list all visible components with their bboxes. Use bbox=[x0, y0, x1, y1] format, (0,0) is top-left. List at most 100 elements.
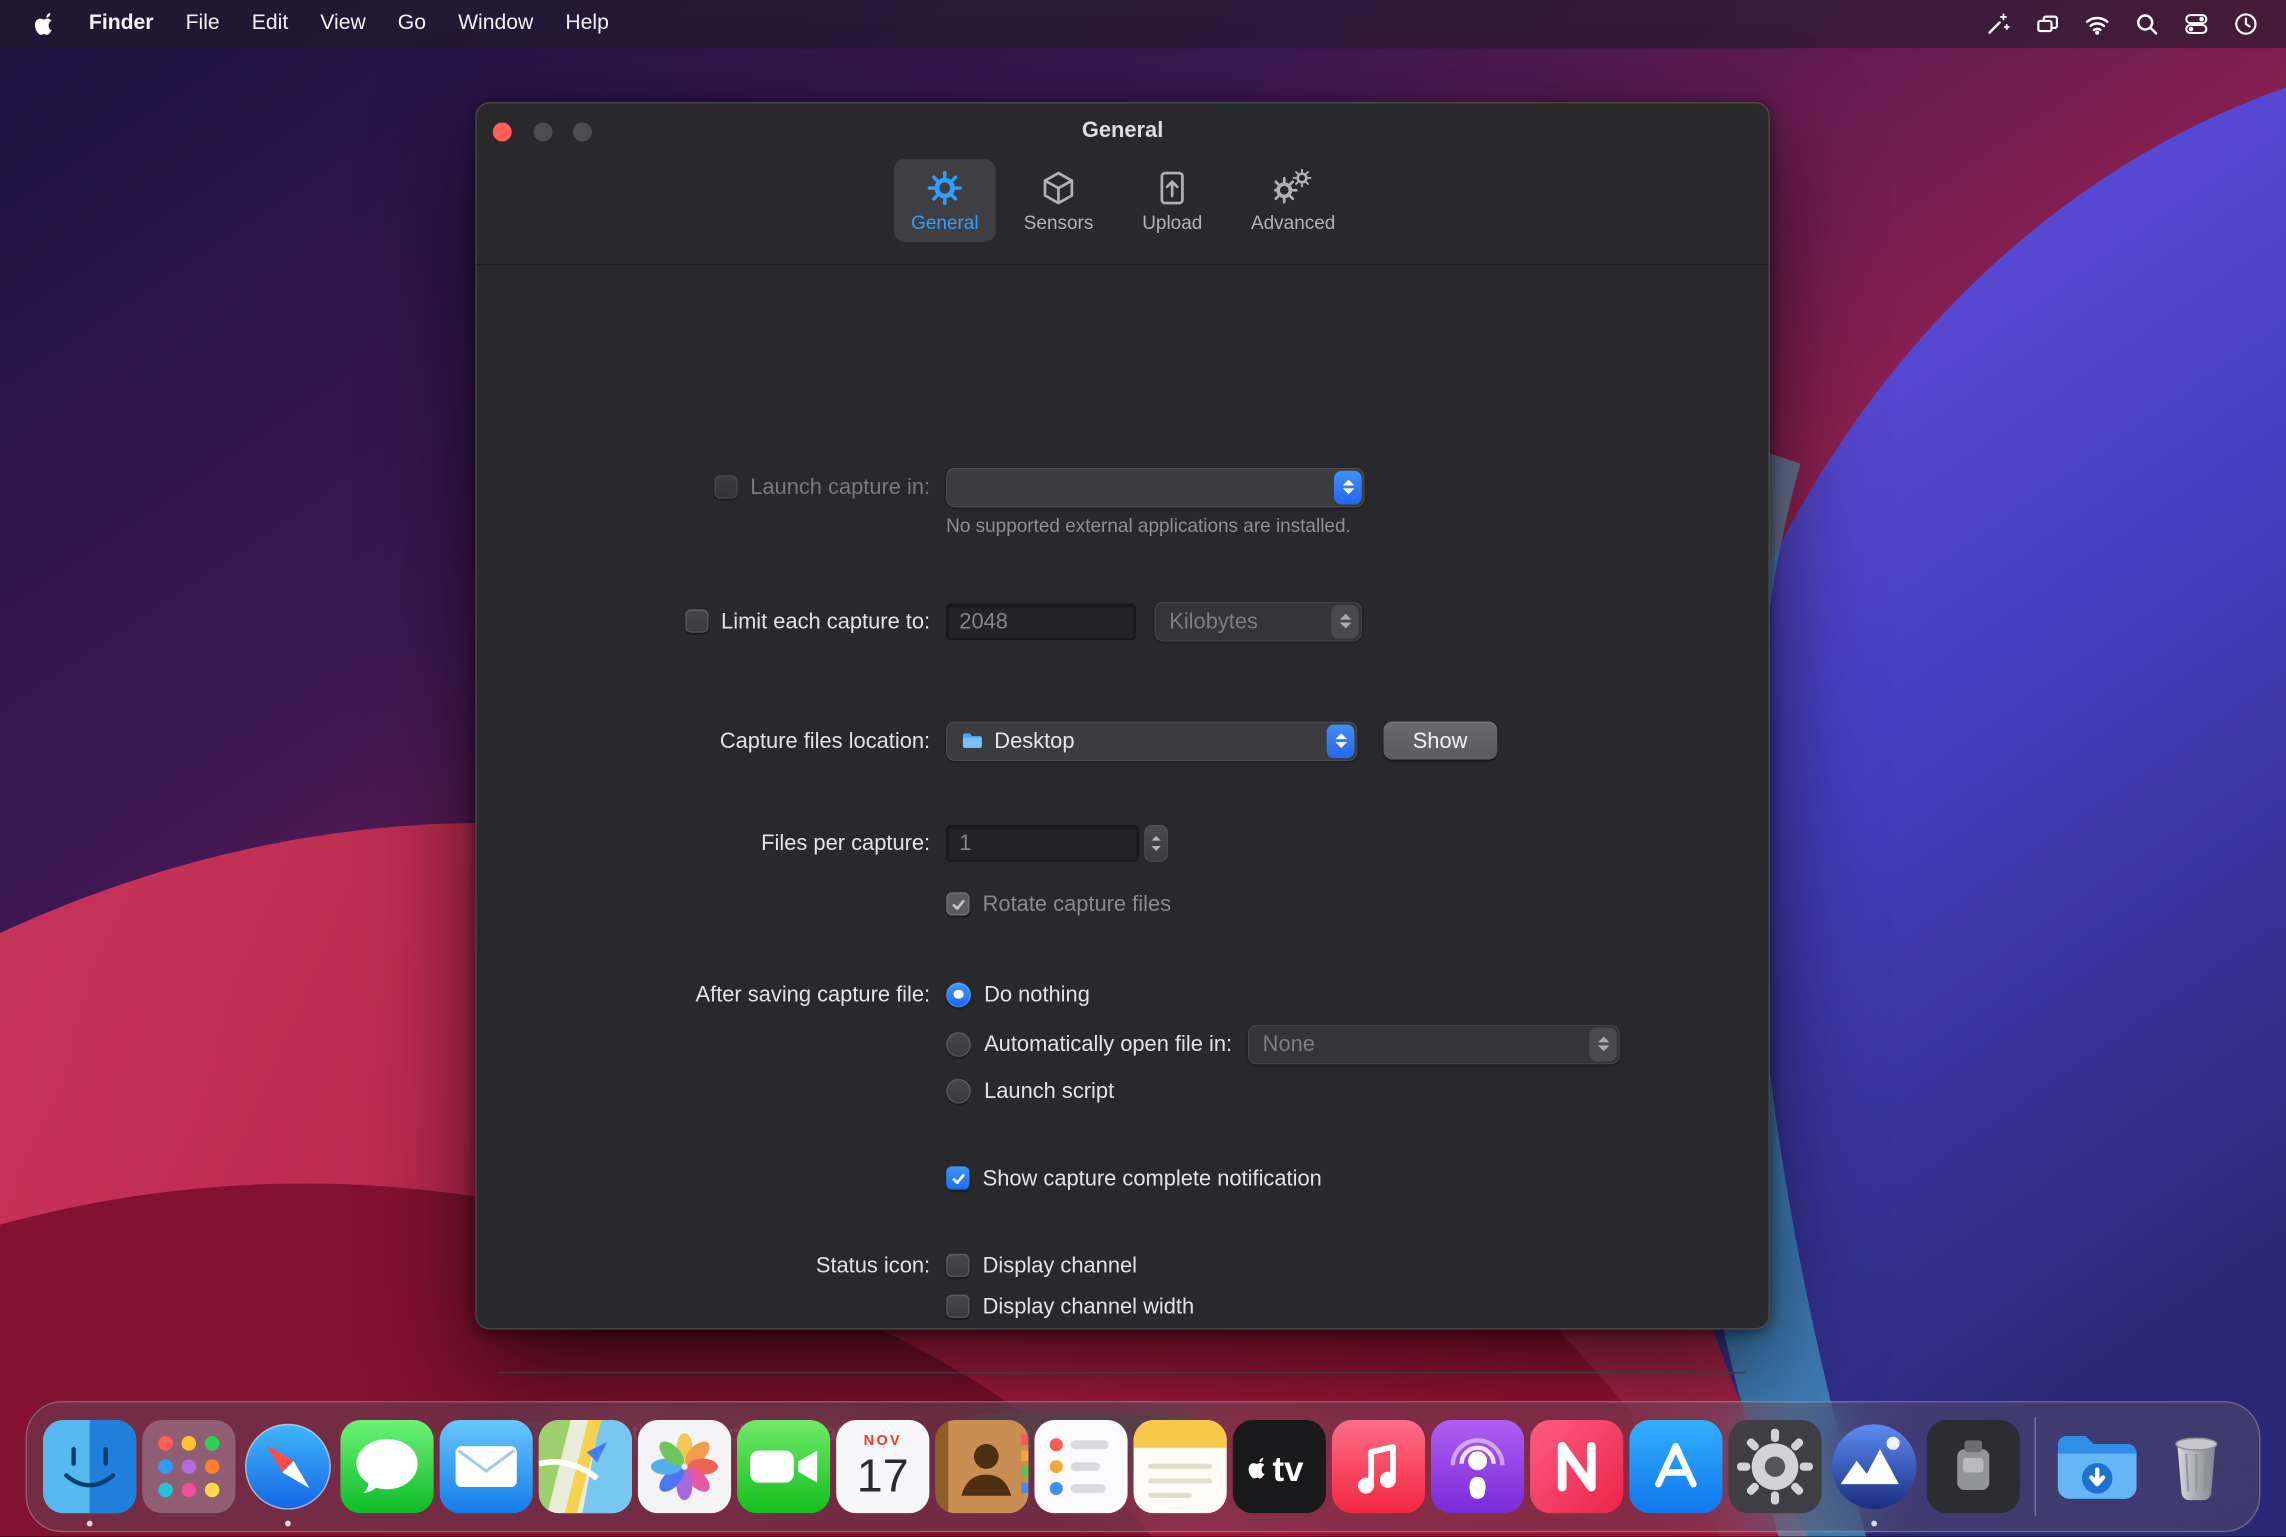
check-icon bbox=[951, 1173, 964, 1184]
tab-sensors[interactable]: Sensors bbox=[1008, 159, 1110, 242]
launch-capture-select[interactable] bbox=[946, 467, 1365, 507]
dock-item-downloads[interactable] bbox=[2051, 1420, 2144, 1513]
desktop: Finder File Edit View Go Window Help Gen… bbox=[0, 0, 2286, 1537]
rotate-capture-checkbox[interactable] bbox=[946, 892, 970, 916]
dock-item-tv[interactable]: tv bbox=[1232, 1419, 1326, 1514]
check-icon bbox=[951, 899, 964, 910]
system-preferences-icon bbox=[1728, 1419, 1822, 1514]
app-menu-finder[interactable]: Finder bbox=[73, 0, 170, 48]
menu-go[interactable]: Go bbox=[382, 0, 442, 48]
files-per-capture-label: Files per capture: bbox=[761, 830, 931, 856]
control-center-icon[interactable] bbox=[2175, 0, 2216, 48]
safari-icon bbox=[244, 1423, 331, 1510]
calendar-icon: NOV17 bbox=[836, 1419, 930, 1514]
dock-item-messages[interactable] bbox=[340, 1419, 434, 1514]
launch-capture-note: No supported external applications are i… bbox=[946, 514, 1351, 537]
limit-capture-checkbox[interactable] bbox=[684, 609, 708, 633]
gear-icon bbox=[926, 169, 964, 207]
dock-item-maps[interactable] bbox=[538, 1419, 632, 1514]
reminders-icon bbox=[1034, 1419, 1128, 1514]
menu-view[interactable]: View bbox=[304, 0, 382, 48]
wifi-icon[interactable] bbox=[2076, 0, 2117, 48]
display-channel-checkbox[interactable] bbox=[946, 1253, 970, 1278]
launch-capture-checkbox[interactable] bbox=[713, 475, 738, 499]
notes-icon bbox=[1133, 1419, 1227, 1514]
cube-icon bbox=[1043, 171, 1074, 205]
dock-item-calendar[interactable]: NOV 17 bbox=[836, 1419, 930, 1514]
popup-arrows-icon bbox=[1326, 723, 1355, 758]
dock-item-app-store[interactable] bbox=[1629, 1419, 1723, 1514]
screen-mirroring-icon[interactable] bbox=[2026, 0, 2067, 48]
popup-arrows-icon bbox=[1333, 470, 1362, 504]
tab-general[interactable]: General bbox=[893, 158, 996, 243]
capture-app-icon bbox=[1831, 1424, 1917, 1509]
radio-auto-open[interactable] bbox=[946, 1031, 971, 1057]
dock-separator bbox=[2034, 1417, 2036, 1517]
clock-icon[interactable] bbox=[2225, 0, 2266, 48]
radio-launch-script[interactable] bbox=[946, 1078, 971, 1103]
popup-arrows-icon bbox=[1589, 1027, 1617, 1061]
facetime-icon bbox=[736, 1419, 831, 1514]
calendar-month: NOV bbox=[864, 1433, 902, 1449]
finder-icon bbox=[43, 1419, 137, 1514]
popup-arrows-icon bbox=[1331, 604, 1359, 638]
dock: NOV 17 tv bbox=[25, 1401, 2261, 1533]
menu-window[interactable]: Window bbox=[442, 0, 549, 48]
menu-help[interactable]: Help bbox=[549, 0, 625, 48]
tab-upload[interactable]: Upload bbox=[1121, 159, 1223, 242]
apple-menu[interactable] bbox=[20, 12, 72, 37]
menu-edit[interactable]: Edit bbox=[236, 0, 305, 48]
menu-file[interactable]: File bbox=[170, 0, 236, 48]
dock-item-trash[interactable] bbox=[2150, 1420, 2243, 1513]
after-saving-label: After saving capture file: bbox=[695, 981, 931, 1007]
preferences-window: General General Sensors Upload Advanced bbox=[475, 102, 1770, 1453]
auto-open-label: Automatically open file in: bbox=[984, 1031, 1233, 1057]
status-icon-label: Status icon: bbox=[815, 1253, 931, 1278]
capture-location-value: Desktop bbox=[994, 728, 1075, 754]
files-per-capture-stepper[interactable] bbox=[1144, 824, 1168, 861]
preferences-content: Launch capture in: No supported external… bbox=[477, 264, 1769, 1453]
dock-item-news[interactable] bbox=[1530, 1419, 1624, 1514]
limit-capture-label: Limit each capture to: bbox=[721, 608, 931, 634]
limit-size-field[interactable]: 2048 bbox=[946, 602, 1136, 640]
app-store-icon bbox=[1629, 1419, 1723, 1514]
dock-item-facetime[interactable] bbox=[736, 1419, 831, 1514]
dock-item-system-preferences[interactable] bbox=[1728, 1419, 1822, 1514]
dock-item-utility[interactable] bbox=[1926, 1419, 2020, 1514]
radio-do-nothing[interactable] bbox=[946, 981, 971, 1007]
rotate-capture-label: Rotate capture files bbox=[982, 891, 1172, 917]
dock-item-launchpad[interactable] bbox=[142, 1419, 236, 1514]
launch-capture-label: Launch capture in: bbox=[750, 474, 931, 500]
spotlight-search-icon[interactable] bbox=[2126, 0, 2167, 48]
utility-app-icon bbox=[1926, 1419, 2020, 1514]
dock-item-finder[interactable] bbox=[43, 1419, 137, 1514]
preferences-toolbar: General Sensors Upload Advanced bbox=[477, 158, 1769, 243]
files-per-capture-field[interactable]: 1 bbox=[946, 824, 1139, 861]
dock-item-photos[interactable] bbox=[637, 1419, 732, 1514]
dock-item-music[interactable] bbox=[1331, 1419, 1426, 1514]
launchpad-icon bbox=[142, 1419, 236, 1514]
title-bar: General General Sensors Upload Advanced bbox=[476, 104, 1769, 266]
show-button[interactable]: Show bbox=[1383, 721, 1497, 760]
do-nothing-label: Do nothing bbox=[984, 981, 1090, 1007]
display-channel-width-checkbox[interactable] bbox=[946, 1294, 970, 1318]
dock-item-safari[interactable] bbox=[241, 1420, 334, 1513]
auto-open-select[interactable]: None bbox=[1248, 1024, 1620, 1064]
tv-icon: tv bbox=[1232, 1419, 1326, 1514]
dock-item-reminders[interactable] bbox=[1034, 1419, 1128, 1514]
wand-icon[interactable] bbox=[1977, 0, 2018, 48]
limit-unit-select[interactable]: Kilobytes bbox=[1154, 601, 1362, 641]
dock-item-contacts[interactable] bbox=[935, 1419, 1029, 1514]
dock-item-podcasts[interactable] bbox=[1430, 1419, 1525, 1514]
window-title: General bbox=[1081, 118, 1164, 143]
dock-item-notes[interactable] bbox=[1133, 1419, 1227, 1514]
dock-item-capture-app[interactable] bbox=[1827, 1420, 1920, 1513]
display-channel-width-label: Display channel width bbox=[982, 1293, 1195, 1319]
launch-script-label: Launch script bbox=[984, 1078, 1115, 1103]
capture-location-select[interactable]: Desktop bbox=[946, 720, 1358, 761]
tv-label: tv bbox=[1273, 1450, 1305, 1489]
tab-advanced[interactable]: Advanced bbox=[1235, 159, 1351, 242]
maps-icon bbox=[538, 1419, 632, 1514]
notification-checkbox[interactable] bbox=[946, 1166, 970, 1190]
dock-item-mail[interactable] bbox=[439, 1419, 533, 1514]
